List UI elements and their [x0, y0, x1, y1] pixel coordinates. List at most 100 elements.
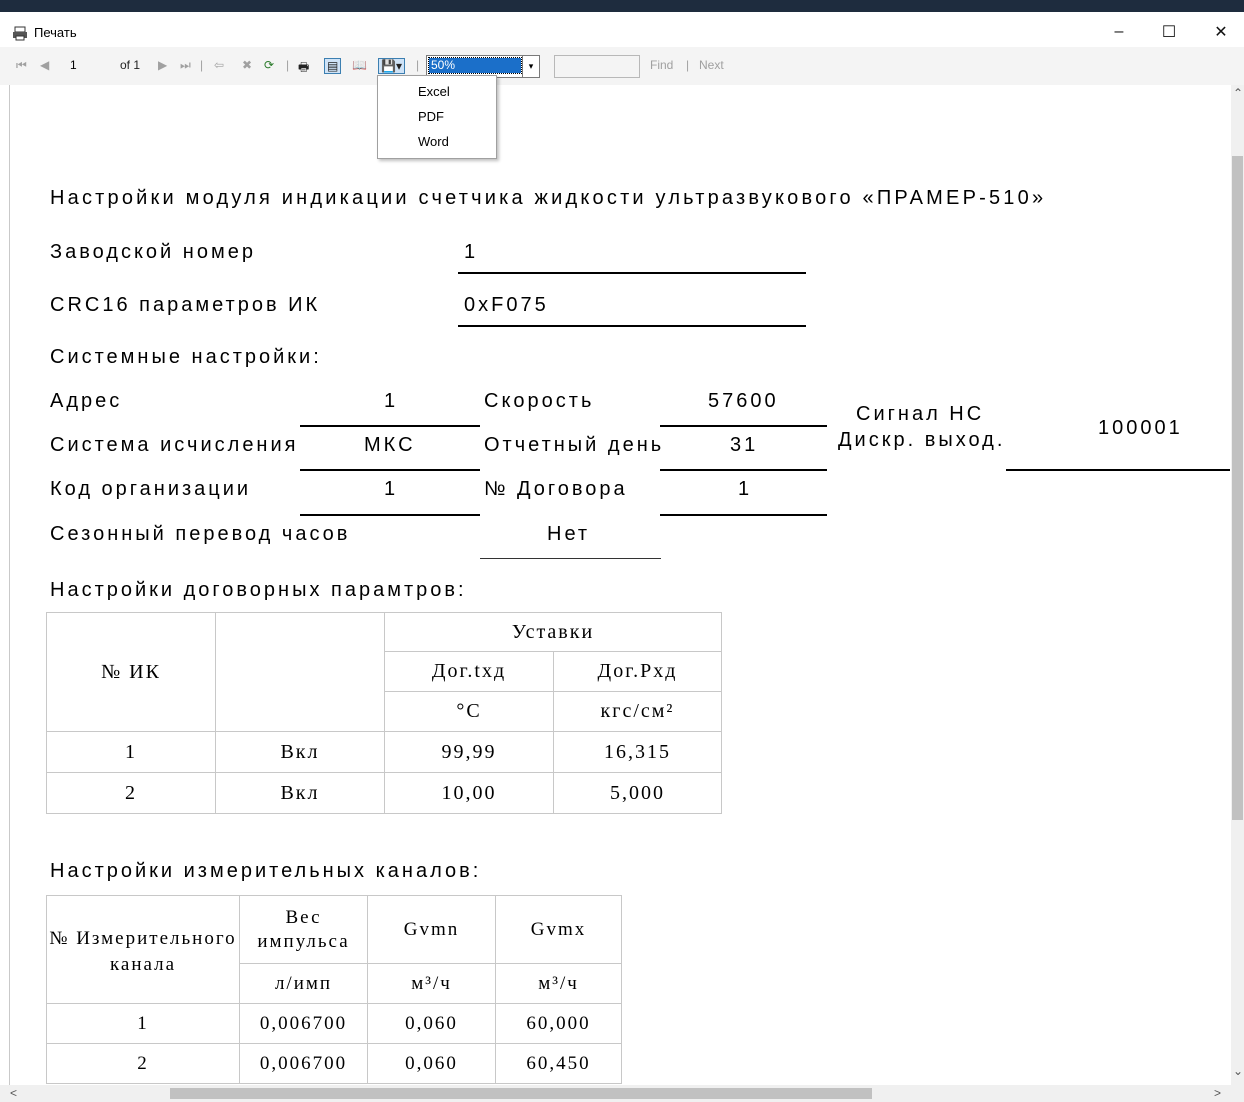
address-value: 1	[384, 390, 399, 412]
numsys-label: Система исчисления	[50, 434, 299, 456]
serial-value: 1	[464, 241, 479, 263]
stop-icon[interactable]: ✖	[242, 58, 252, 72]
cell-gvmx: 60,450	[495, 1043, 622, 1084]
cell-state: Вкл	[215, 772, 385, 814]
vertical-scroll-thumb[interactable]	[1232, 156, 1243, 820]
header-gvmx: Gvmx	[495, 895, 622, 964]
scroll-right-icon[interactable]: >	[1214, 1086, 1221, 1100]
underline	[660, 425, 827, 427]
toolbar-separator: |	[686, 58, 690, 72]
back-icon[interactable]: ⇦	[214, 58, 224, 72]
maximize-button[interactable]: ☐	[1146, 16, 1192, 47]
refresh-icon[interactable]: ⟳	[264, 58, 274, 72]
crc-value: 0xF075	[464, 294, 549, 316]
horizontal-scroll-thumb[interactable]	[170, 1088, 872, 1099]
left-edge	[0, 85, 10, 1085]
last-page-icon[interactable]: ⏭	[180, 58, 191, 73]
cell-p: 5,000	[553, 772, 722, 814]
report-day-value: 31	[730, 434, 759, 456]
unit-t: °С	[384, 691, 554, 732]
page-count-label: of 1	[120, 58, 141, 72]
underline	[458, 325, 806, 327]
print-layout-icon[interactable]: ▤	[324, 58, 342, 74]
header-setpoints: Уставки	[384, 612, 722, 652]
print-icon[interactable]: 🖶	[298, 58, 309, 79]
crc-label: CRC16 параметров ИК	[50, 294, 321, 316]
unit-gvmn: м³/ч	[367, 963, 496, 1004]
first-page-icon[interactable]: ⏮	[16, 58, 27, 73]
header-empty	[215, 612, 385, 732]
report-title: Настройки модуля индикации счетчика жидк…	[50, 187, 1047, 209]
header-weight: Вес импульса	[239, 895, 368, 964]
header-t: Дог.tхд	[384, 651, 554, 692]
cell-weight: 0,006700	[239, 1003, 368, 1044]
org-label: Код организации	[50, 478, 252, 500]
minimize-button[interactable]: –	[1096, 16, 1142, 47]
table-row: 2 0,006700 0,060 60,450	[46, 1043, 622, 1084]
speed-label: Скорость	[484, 390, 595, 412]
scroll-up-icon[interactable]: ⌃	[1233, 86, 1243, 100]
cell-gvmn: 0,060	[367, 1043, 496, 1084]
numsys-value: МКС	[364, 434, 416, 456]
cell-gvmn: 0,060	[367, 1003, 496, 1044]
unit-weight: л/имп	[239, 963, 368, 1004]
unit-gvmx: м³/ч	[495, 963, 622, 1004]
table-row: 1 Вкл 99,99 16,315	[46, 731, 722, 773]
export-icon[interactable]: 💾▾	[378, 58, 405, 74]
header-gvmn: Gvmn	[367, 895, 496, 964]
find-button[interactable]: Find	[650, 58, 673, 72]
cell-state: Вкл	[215, 731, 385, 773]
cell-p: 16,315	[553, 731, 722, 773]
signal-value: 100001	[1098, 417, 1183, 439]
scroll-left-icon[interactable]: <	[10, 1086, 17, 1100]
underline	[660, 514, 827, 516]
system-header: Системные настройки:	[50, 346, 322, 368]
scroll-down-icon[interactable]: ⌄	[1233, 1064, 1243, 1078]
contract-params-table: № ИК Уставки Дог.tхд Дог.Рхд °С кгс/см² …	[46, 612, 722, 814]
prev-page-icon[interactable]: ◀	[40, 58, 49, 72]
contract-params-header: Настройки договорных парамтров:	[50, 579, 467, 601]
address-label: Адрес	[50, 390, 123, 412]
export-menu: Excel PDF Word	[377, 75, 497, 159]
cell-n: 1	[46, 731, 216, 773]
header-ik: № ИК	[46, 612, 216, 732]
next-button[interactable]: Next	[699, 58, 724, 72]
background-strip	[0, 0, 1244, 12]
contract-label: № Договора	[484, 478, 628, 500]
dst-value: Нет	[547, 523, 591, 545]
serial-label: Заводской номер	[50, 241, 256, 263]
export-excel-item[interactable]: Excel	[418, 84, 450, 99]
signal-label-line1: Сигнал НС	[856, 403, 985, 425]
report-day-label: Отчетный день	[484, 434, 665, 456]
page-number-input[interactable]: 1	[66, 56, 114, 74]
cell-t: 10,00	[384, 772, 554, 814]
underline	[300, 425, 480, 427]
signal-label-line2: Дискр. выход.	[838, 429, 1006, 451]
toolbar-separator: |	[286, 58, 290, 72]
header-p: Дог.Рхд	[553, 651, 722, 692]
find-input[interactable]	[554, 55, 640, 78]
page-setup-icon[interactable]: 📖	[352, 58, 367, 72]
cell-t: 99,99	[384, 731, 554, 773]
next-page-icon[interactable]: ▶	[158, 58, 167, 72]
speed-value: 57600	[708, 390, 779, 412]
underline	[300, 469, 480, 471]
underline	[660, 469, 827, 471]
export-pdf-item[interactable]: PDF	[418, 109, 444, 124]
close-button[interactable]: ✕	[1198, 16, 1244, 47]
toolbar-separator: |	[416, 58, 420, 72]
cell-weight: 0,006700	[239, 1043, 368, 1084]
table-row: 1 0,006700 0,060 60,000	[46, 1003, 622, 1044]
cell-n: 2	[46, 1043, 240, 1084]
printer-app-icon	[12, 25, 28, 41]
header-channel-no: № Измерительного канала	[46, 895, 240, 1004]
cell-n: 1	[46, 1003, 240, 1044]
cell-gvmx: 60,000	[495, 1003, 622, 1044]
window-title: Печать	[34, 25, 77, 40]
chevron-down-icon[interactable]: ▾	[522, 56, 539, 77]
export-word-item[interactable]: Word	[418, 134, 449, 149]
underline	[458, 272, 806, 274]
contract-value: 1	[738, 478, 753, 500]
unit-p: кгс/см²	[553, 691, 722, 732]
zoom-value: 50%	[428, 57, 522, 74]
